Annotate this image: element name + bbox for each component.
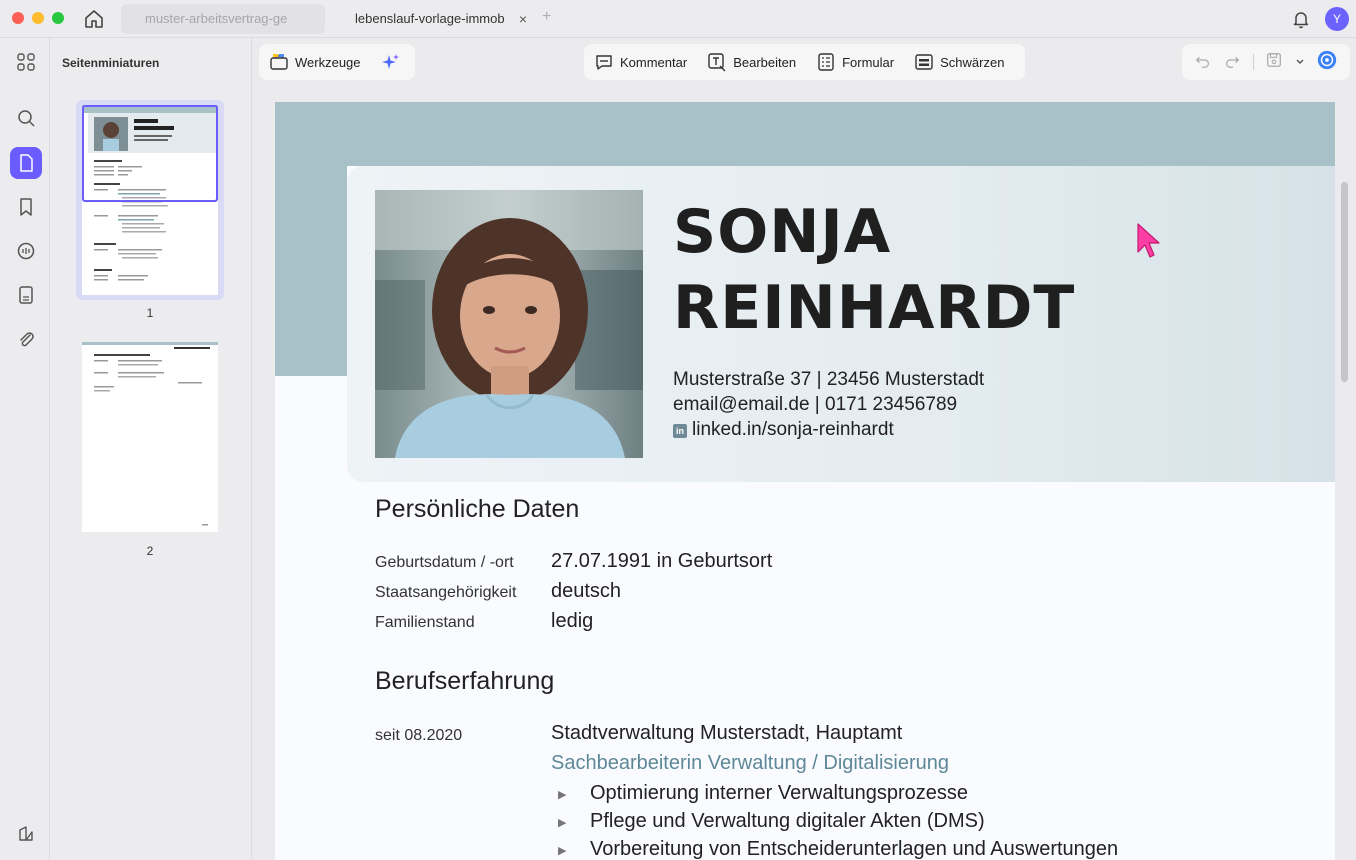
linkedin-url: linked.in/sonja-reinhardt — [692, 419, 894, 440]
mouse-cursor-icon — [1137, 223, 1160, 258]
form-icon[interactable] — [10, 279, 42, 311]
ai-sparkle-icon — [381, 54, 399, 69]
tab-label: muster-arbeitsvertrag-ge — [145, 11, 288, 26]
job-bullet: Vorbereitung von Entscheiderunterlagen u… — [590, 838, 1119, 860]
ai-assistant-icon[interactable] — [1316, 49, 1338, 76]
save-icon[interactable] — [1265, 51, 1283, 74]
vertical-scrollbar[interactable] — [1338, 96, 1350, 860]
search-icon[interactable] — [10, 102, 42, 134]
first-name: SONJA — [673, 197, 892, 267]
minimize-window-button[interactable] — [32, 12, 44, 24]
panel-title: Seitenminiaturen — [62, 56, 160, 70]
job-bullet: Pflege und Verwaltung digitaler Akten (D… — [590, 810, 985, 832]
resume-name: SONJA REINHARDT — [673, 194, 1075, 346]
tools-label: Werkzeuge — [295, 54, 361, 70]
linkedin-icon: in — [673, 424, 687, 438]
bullet-arrow-icon: ▶ — [558, 845, 567, 857]
thumbnail-page-2-preview — [82, 342, 218, 526]
page-icon[interactable] — [10, 147, 42, 179]
avatar[interactable]: Y — [1325, 7, 1349, 31]
edit-tools-group: Kommentar Bearbeiten Formular Schwärzen — [584, 44, 1025, 80]
close-icon[interactable]: × — [519, 4, 527, 34]
value-birth: 27.07.1991 in Geburtsort — [551, 550, 773, 572]
comment-button[interactable]: Kommentar — [584, 44, 697, 80]
bookmark-icon[interactable] — [10, 191, 42, 223]
page-number-1: 1 — [146, 306, 154, 320]
redact-label: Schwärzen — [940, 54, 1005, 70]
form-tool-icon — [818, 53, 834, 71]
comment-icon[interactable] — [10, 235, 42, 267]
tab-label: lebenslauf-vorlage-immob — [355, 11, 505, 26]
redact-button[interactable]: Schwärzen — [904, 44, 1014, 80]
thumbnail-page-2[interactable] — [82, 342, 218, 532]
page-number-2: 2 — [146, 544, 154, 558]
document-actions-group — [1182, 44, 1350, 80]
label-marital: Familienstand — [375, 614, 475, 631]
edit-text-icon — [708, 53, 726, 72]
title-bar: muster-arbeitsvertrag-ge lebenslauf-vorl… — [0, 0, 1356, 38]
bullet-arrow-icon: ▶ — [558, 817, 567, 829]
address: Musterstraße 37 | 23456 Musterstadt — [673, 369, 985, 390]
form-label: Formular — [842, 54, 895, 70]
chevron-down-icon[interactable] — [1295, 53, 1305, 71]
toolbar-divider — [1252, 54, 1254, 70]
new-tab-button[interactable]: + — [542, 8, 551, 26]
ai-sparkle-button[interactable] — [371, 44, 417, 80]
home-icon[interactable] — [82, 7, 106, 31]
redact-icon — [915, 54, 933, 70]
header-band — [275, 102, 1335, 166]
thumbnail-highlight — [82, 105, 218, 202]
sidebar-toggle-icon[interactable] — [10, 818, 42, 850]
last-name: REINHARDT — [673, 273, 1076, 343]
edit-button[interactable]: Bearbeiten — [697, 44, 806, 80]
tab-arbeitsvertrag[interactable]: muster-arbeitsvertrag-ge — [121, 4, 325, 34]
section-title-personal: Persönliche Daten — [375, 495, 580, 523]
job-date: seit 08.2020 — [375, 727, 463, 744]
value-marital: ledig — [551, 610, 594, 632]
tools-icon — [270, 54, 288, 70]
job-employer: Stadtverwaltung Musterstadt, Hauptamt — [551, 722, 903, 744]
thumbnail-panel: Seitenminiaturen 1 2 — [51, 38, 252, 860]
grid-icon[interactable] — [10, 46, 42, 78]
edit-label: Bearbeiten — [733, 54, 797, 70]
linkedin: in linked.in/sonja-reinhardt — [673, 419, 894, 441]
tools-group: Werkzeuge — [259, 44, 415, 80]
attachment-icon[interactable] — [10, 323, 42, 355]
value-nationality: deutsch — [551, 580, 622, 602]
undo-icon[interactable] — [1194, 51, 1212, 74]
document-viewer[interactable]: SONJA REINHARDT Musterstraße 37 | 23456 … — [252, 96, 1356, 860]
bell-icon[interactable] — [1290, 8, 1312, 30]
job-bullet: Optimierung interner Verwaltungsprozesse — [590, 782, 968, 804]
scrollbar-thumb[interactable] — [1341, 182, 1348, 382]
comment-tool-icon — [596, 55, 612, 70]
thumbnail-page-1[interactable] — [82, 105, 218, 295]
tab-lebenslauf[interactable]: lebenslauf-vorlage-immob × — [331, 4, 535, 34]
toolbar: Werkzeuge Kommentar Bearbeiten Formular … — [252, 38, 1356, 96]
job-role: Sachbearbeiterin Verwaltung / Digitalisi… — [551, 752, 950, 774]
header-band-left — [275, 102, 347, 376]
pdf-page: SONJA REINHARDT Musterstraße 37 | 23456 … — [275, 102, 1335, 860]
section-title-experience: Berufserfahrung — [375, 667, 555, 695]
redo-icon[interactable] — [1223, 51, 1241, 74]
email-phone: email@email.de | 0171 23456789 — [673, 394, 958, 415]
bullet-arrow-icon: ▶ — [558, 789, 567, 801]
zoom-window-button[interactable] — [52, 12, 64, 24]
left-rail — [0, 38, 50, 860]
label-nationality: Staatsangehörigkeit — [375, 584, 517, 601]
close-window-button[interactable] — [12, 12, 24, 24]
tools-button[interactable]: Werkzeuge — [259, 44, 371, 80]
form-button[interactable]: Formular — [806, 44, 904, 80]
label-birth: Geburtsdatum / -ort — [375, 554, 514, 571]
comment-label: Kommentar — [620, 54, 688, 70]
profile-photo — [375, 190, 643, 458]
